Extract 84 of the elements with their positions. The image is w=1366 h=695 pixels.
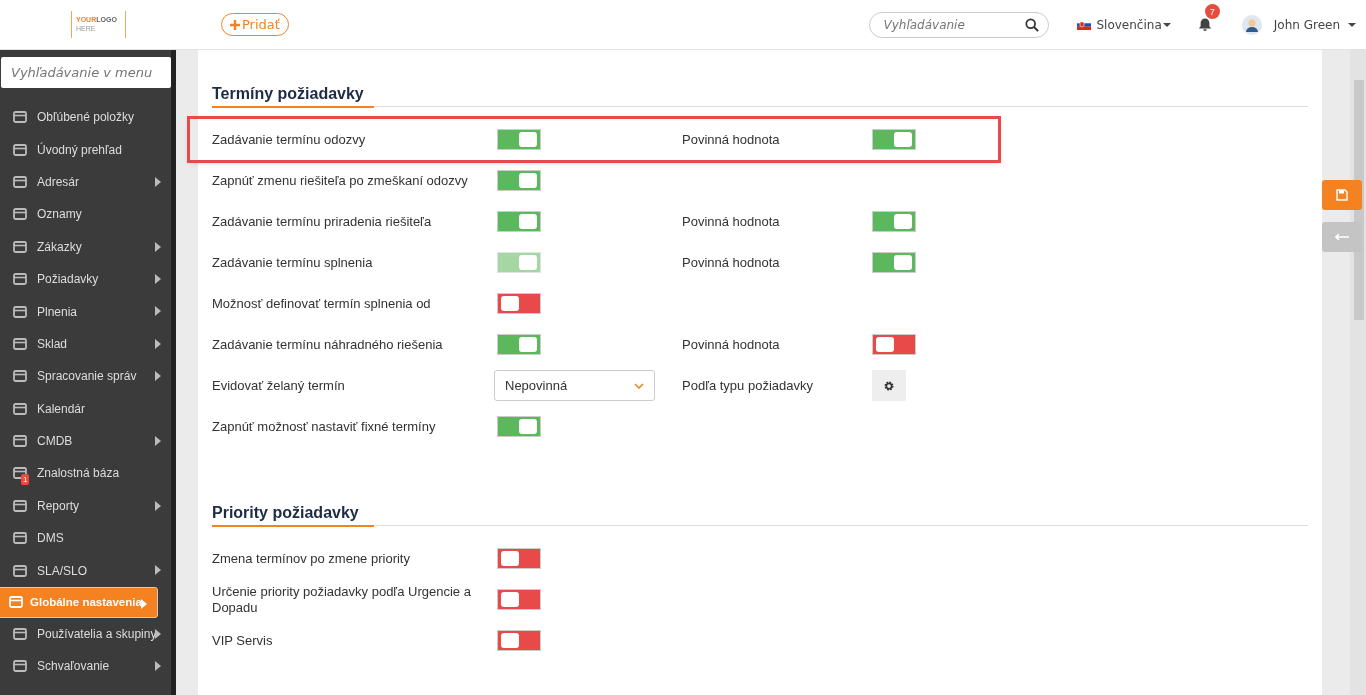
toggle-switch[interactable] bbox=[497, 170, 541, 191]
settings-button[interactable] bbox=[872, 370, 906, 401]
flag-icon bbox=[1077, 19, 1092, 30]
count-badge: 1 bbox=[21, 474, 30, 486]
setting-label: Zadávanie termínu náhradného riešenia bbox=[212, 336, 444, 353]
menu-item[interactable]: Adresár bbox=[0, 165, 171, 199]
menu-icon bbox=[12, 658, 28, 675]
menu-item[interactable]: Plnenia bbox=[0, 295, 171, 328]
toggle-switch[interactable] bbox=[497, 548, 541, 569]
toggle-switch[interactable] bbox=[872, 129, 916, 150]
menu-icon bbox=[12, 368, 28, 385]
settings-icon bbox=[883, 379, 895, 392]
setting-label: Povinná hodnota bbox=[682, 336, 781, 353]
toggle-switch[interactable] bbox=[497, 293, 541, 314]
toggle-switch[interactable] bbox=[872, 211, 916, 232]
menu-icon bbox=[12, 562, 28, 579]
menu-icon bbox=[12, 303, 28, 320]
toggle-switch[interactable] bbox=[497, 129, 541, 150]
menu-icon bbox=[12, 173, 28, 190]
setting-label: Zadávanie termínu priradenia riešiteľa bbox=[212, 213, 433, 230]
toggle-switch[interactable] bbox=[497, 630, 541, 651]
menu-item[interactable]: Reporty bbox=[0, 489, 171, 523]
menu-icon bbox=[12, 335, 28, 352]
menu-icon bbox=[12, 400, 28, 417]
menu-icon bbox=[12, 109, 28, 126]
menu-item[interactable]: Oznamy bbox=[0, 198, 171, 231]
menu-item[interactable]: Zákazky bbox=[0, 230, 171, 263]
setting-label: Evidovať želaný termín bbox=[212, 377, 346, 394]
menu-item[interactable]: Používatelia a skupiny bbox=[0, 617, 171, 651]
save-icon bbox=[1336, 189, 1348, 201]
setting-label: Povinná hodnota bbox=[682, 213, 781, 230]
menu-item[interactable]: Obľúbené položky bbox=[0, 101, 171, 134]
menu-item[interactable]: SLA/SLO bbox=[0, 554, 171, 587]
notification-count: 7 bbox=[1204, 4, 1220, 19]
menu-item[interactable]: CMDB bbox=[0, 424, 171, 458]
section-title: Termíny požiadavky bbox=[212, 85, 1308, 107]
menu-item[interactable]: 1 Znalostná báza bbox=[0, 457, 171, 490]
select-dropdown[interactable]: Nepovinná bbox=[494, 370, 655, 401]
menu-icon bbox=[12, 497, 28, 514]
toggle-switch[interactable] bbox=[872, 334, 916, 355]
section-title: Priority požiadavky bbox=[212, 504, 1308, 526]
setting-label: Možnosť definovať termín splnenia od bbox=[212, 295, 432, 312]
toggle-switch[interactable] bbox=[497, 211, 541, 232]
menu-icon bbox=[12, 206, 28, 223]
menu-item[interactable]: Úvodný prehľad bbox=[0, 133, 171, 166]
back-button[interactable] bbox=[1322, 222, 1362, 252]
menu-icon bbox=[12, 626, 28, 643]
setting-label: VIP Servis bbox=[212, 632, 274, 649]
toggle-switch[interactable] bbox=[497, 416, 541, 437]
notifications-button[interactable] bbox=[1197, 17, 1212, 32]
menu-item[interactable]: Schvaľovanie bbox=[0, 650, 171, 683]
setting-label: Zmena termínov po zmene priority bbox=[212, 550, 411, 567]
user-menu[interactable]: John Green bbox=[1241, 14, 1356, 35]
search-icon bbox=[1025, 17, 1040, 32]
menu-icon bbox=[12, 238, 28, 255]
avatar-icon bbox=[1241, 14, 1262, 35]
setting-label: Zapnúť zmenu riešiteľa po zmeškaní odozvy bbox=[212, 172, 469, 189]
menu-icon bbox=[8, 594, 24, 611]
menu-item[interactable]: Kalendár bbox=[0, 392, 171, 425]
save-button[interactable] bbox=[1322, 180, 1362, 210]
setting-label: Zadávanie termínu splnenia bbox=[212, 254, 374, 271]
menu-icon bbox=[12, 141, 28, 158]
chevron-icon bbox=[634, 382, 644, 389]
menu-search-field[interactable]: Vyhľadávanie v menu bbox=[1, 57, 171, 88]
plus-icon bbox=[230, 19, 240, 30]
search-field[interactable]: Vyhľadávanie bbox=[869, 11, 1050, 38]
scrollbar[interactable] bbox=[1350, 50, 1366, 695]
setting-label: Zadávanie termínu odozvy bbox=[212, 131, 367, 148]
menu-icon bbox=[12, 271, 28, 288]
language-selector[interactable]: Slovenčina bbox=[1077, 17, 1171, 32]
setting-label: Povinná hodnota bbox=[682, 131, 781, 148]
menu-icon bbox=[12, 433, 28, 450]
arrow-icon bbox=[1335, 233, 1349, 241]
setting-label: Zapnúť možnosť nastaviť fixné termíny bbox=[212, 418, 437, 435]
setting-label: Povinná hodnota bbox=[682, 254, 781, 271]
menu-item[interactable]: Požiadavky bbox=[0, 262, 171, 296]
menu-item[interactable]: DMS bbox=[0, 522, 171, 555]
setting-label: Podľa typu požiadavky bbox=[682, 377, 814, 394]
toggle-switch[interactable] bbox=[497, 589, 541, 610]
menu-item[interactable]: Spracovanie správ bbox=[0, 360, 171, 393]
menu-icon bbox=[12, 530, 28, 547]
toggle-switch[interactable] bbox=[497, 334, 541, 355]
menu-item[interactable]: Sklad bbox=[0, 327, 171, 361]
setting-label: Určenie priority požiadavky podľa Urgencie a Dopadu bbox=[212, 583, 472, 616]
